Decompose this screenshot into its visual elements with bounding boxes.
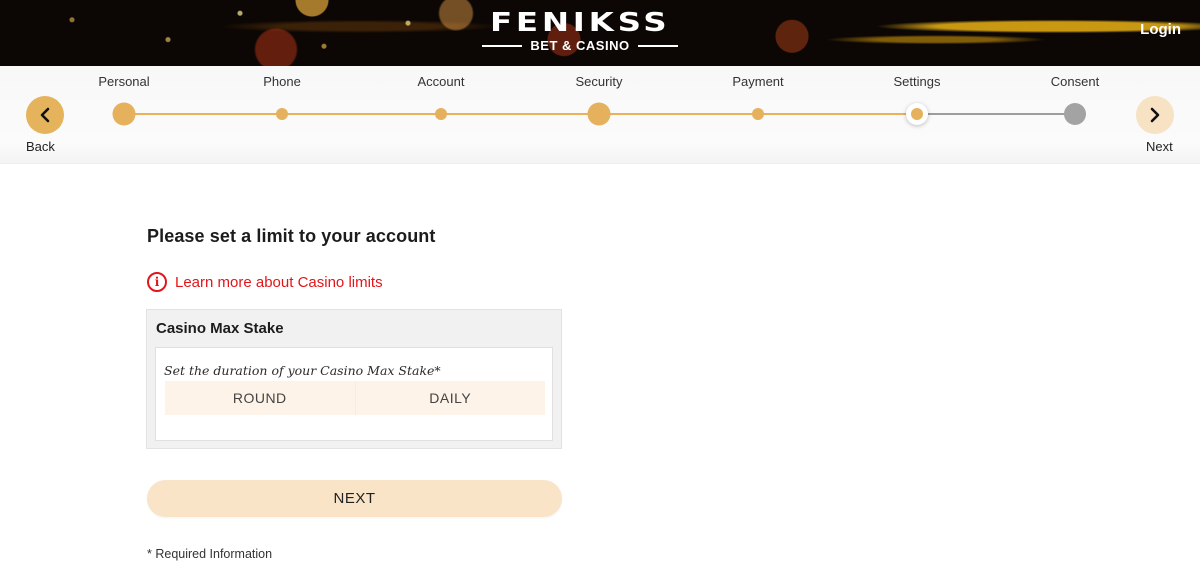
step-dot-security[interactable]	[587, 102, 611, 126]
page-title: Please set a limit to your account	[147, 226, 436, 246]
step-label-payment: Payment	[732, 74, 784, 89]
info-circle-icon: i	[147, 272, 167, 292]
back-button[interactable]	[26, 96, 64, 134]
logo-divider-left	[482, 44, 523, 47]
chevron-left-icon	[40, 107, 50, 123]
step-label-phone: Phone	[263, 74, 301, 89]
casino-max-stake-card: Casino Max Stake Set the duration of you…	[146, 309, 562, 449]
login-link[interactable]: Login	[1140, 21, 1181, 38]
required-info-note: * Required Information	[147, 547, 273, 561]
brand-name: FENIKSS	[489, 8, 671, 38]
progress-track-completed	[124, 113, 917, 115]
site-header: FENIKSS BET & CASINO Login	[0, 0, 1200, 66]
brand-logo[interactable]: FENIKSS BET & CASINO	[482, 8, 678, 53]
next-step-button[interactable]	[1136, 96, 1174, 134]
back-label: Back	[26, 139, 55, 154]
step-label-security: Security	[575, 74, 623, 89]
step-label-settings: Settings	[893, 74, 941, 89]
step-label-personal: Personal	[98, 74, 150, 89]
duration-selector: ROUND DAILY	[165, 381, 545, 415]
next-label: Next	[1146, 139, 1173, 154]
step-label-consent: Consent	[1050, 74, 1100, 89]
info-link-text: Learn more about Casino limits	[175, 273, 383, 291]
duration-prompt: Set the duration of your Casino Max Stak…	[164, 363, 441, 378]
step-dot-account[interactable]	[435, 108, 447, 120]
chevron-right-icon	[1150, 107, 1160, 123]
step-dot-phone[interactable]	[276, 108, 288, 120]
step-dot-consent	[1064, 103, 1086, 125]
casino-limits-info-link[interactable]: i Learn more about Casino limits	[147, 272, 383, 292]
duration-option-round[interactable]: ROUND	[165, 381, 355, 415]
duration-option-daily[interactable]: DAILY	[354, 381, 546, 415]
progress-track-remaining	[917, 113, 1075, 115]
step-dot-settings-current[interactable]	[906, 103, 928, 125]
card-title: Casino Max Stake	[156, 320, 284, 337]
step-dot-personal[interactable]	[112, 102, 136, 126]
step-dot-payment[interactable]	[752, 108, 764, 120]
step-label-account: Account	[417, 74, 465, 89]
brand-tagline: BET & CASINO	[530, 38, 630, 53]
duration-panel: Set the duration of your Casino Max Stak…	[155, 347, 553, 441]
logo-divider-right	[637, 44, 678, 47]
next-button[interactable]: NEXT	[147, 480, 562, 517]
